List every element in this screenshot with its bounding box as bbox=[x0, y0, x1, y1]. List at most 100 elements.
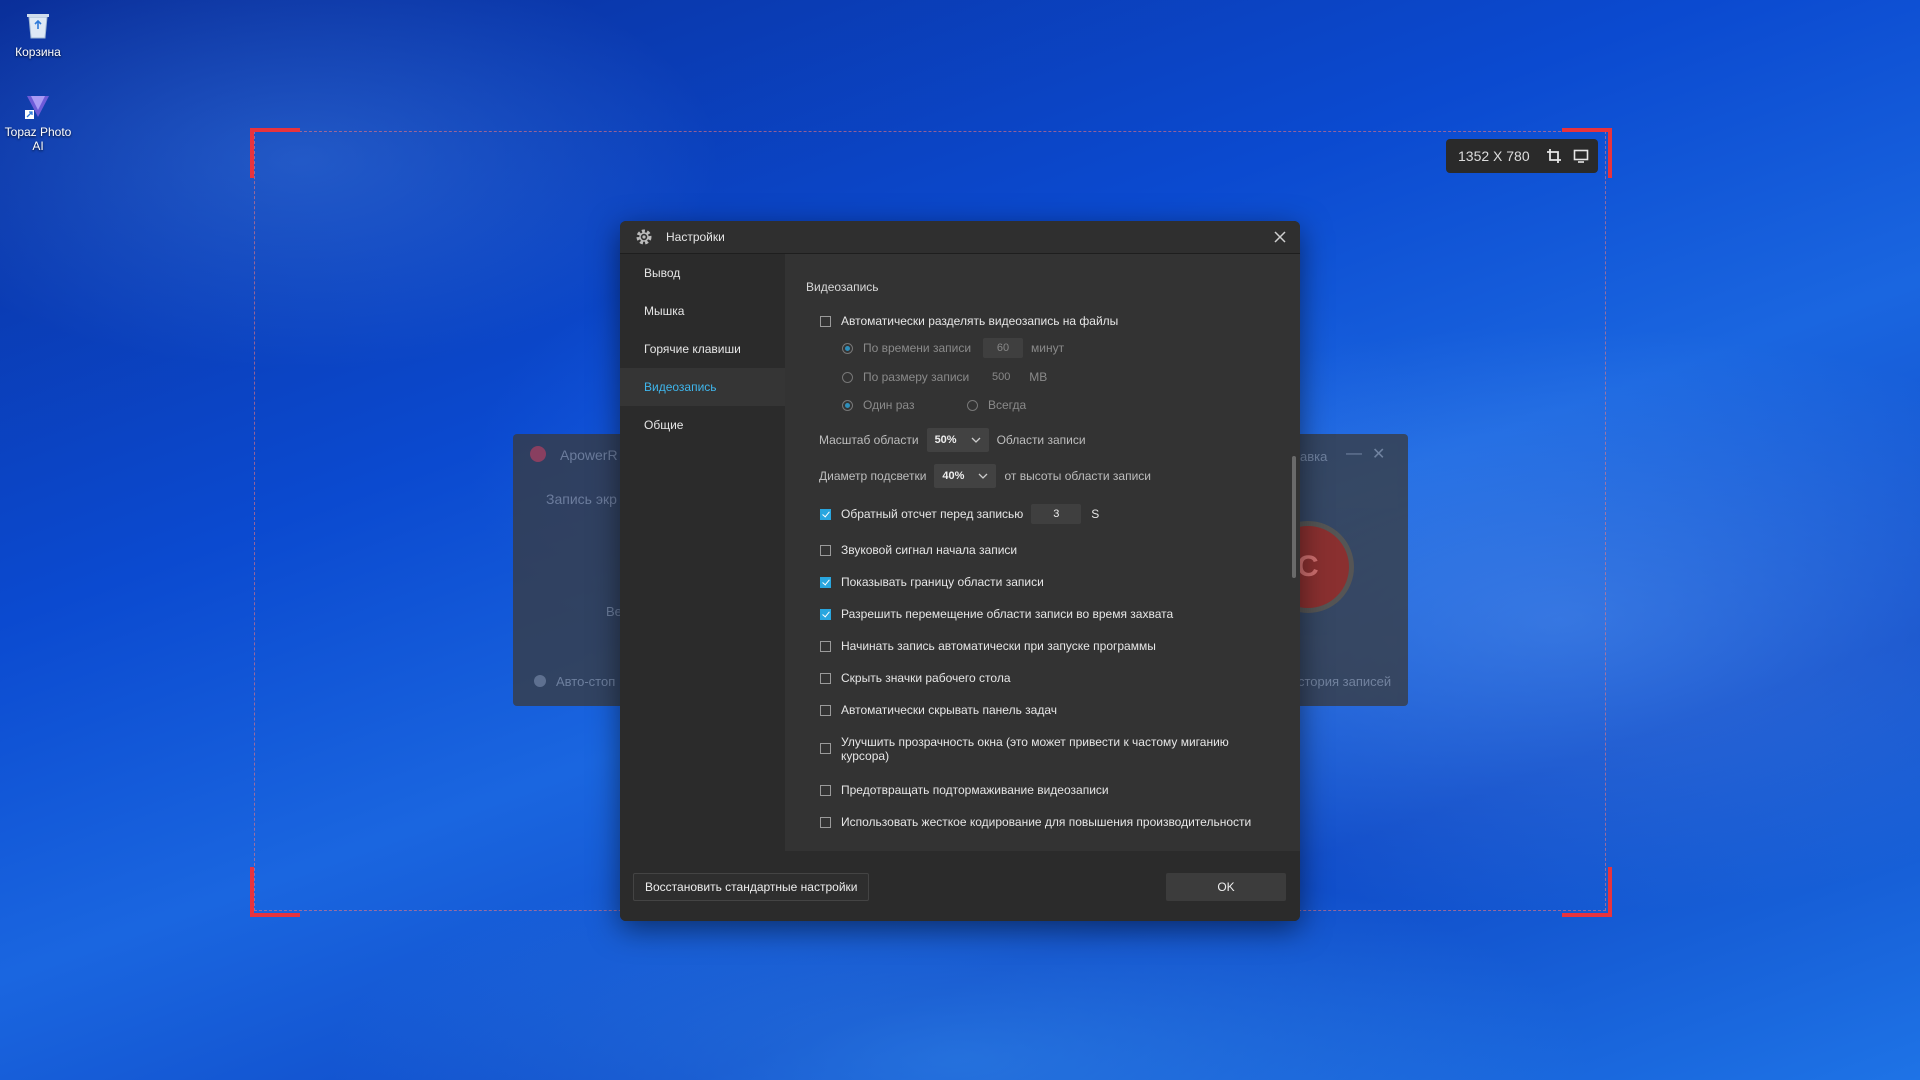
once-label: Один раз bbox=[863, 398, 915, 412]
highlight-diameter-label: Диаметр подсветки bbox=[819, 469, 927, 483]
section-title: Видеозапись bbox=[806, 280, 879, 294]
option-checkbox[interactable] bbox=[820, 816, 831, 828]
once-radio[interactable] bbox=[842, 399, 853, 411]
highlight-diameter-select[interactable]: 40% bbox=[934, 464, 997, 488]
capture-size-text: 1352 X 780 bbox=[1458, 148, 1530, 164]
option-label: Начинать запись автоматически при запуск… bbox=[841, 639, 1156, 653]
option-label: Показывать границу области записи bbox=[841, 575, 1044, 589]
countdown-input[interactable]: 3 bbox=[1031, 504, 1082, 524]
countdown-row[interactable]: Обратный отсчет перед записью 3 S bbox=[820, 504, 1099, 524]
always-row[interactable]: Всегда bbox=[967, 398, 1026, 412]
highlight-diameter-suffix: от высоты области записи bbox=[1004, 469, 1151, 483]
option-label: Автоматически скрывать панель задач bbox=[841, 703, 1058, 717]
option-checkbox[interactable] bbox=[820, 544, 831, 556]
option-checkbox[interactable] bbox=[820, 608, 831, 620]
option-label: Использовать жесткое кодирование для пов… bbox=[841, 815, 1252, 829]
by-time-input[interactable]: 60 bbox=[983, 338, 1024, 358]
fullscreen-monitor-icon[interactable] bbox=[1571, 145, 1592, 167]
option-checkbox[interactable] bbox=[820, 640, 831, 652]
option-row[interactable]: Разрешить перемещение области записи во … bbox=[820, 607, 1173, 621]
option-checkbox[interactable] bbox=[820, 672, 831, 684]
option-row[interactable]: Показывать границу области записи bbox=[820, 575, 1044, 589]
sidebar-item-output[interactable]: Вывод bbox=[620, 254, 785, 292]
option-row[interactable]: Использовать жесткое кодирование для пов… bbox=[820, 815, 1251, 829]
always-radio[interactable] bbox=[967, 399, 978, 411]
auto-stop-label: Авто-стоп bbox=[556, 674, 616, 689]
capture-size-toolbar: 1352 X 780 bbox=[1446, 139, 1598, 173]
chevron-down-icon bbox=[971, 437, 981, 443]
auto-split-checkbox[interactable] bbox=[820, 315, 831, 327]
background-app-title: ApowerR bbox=[560, 447, 618, 463]
highlight-diameter-value: 40% bbox=[942, 470, 965, 482]
background-app-right-title: авка bbox=[1300, 449, 1328, 464]
sidebar-item-hotkeys[interactable]: Горячие клавиши bbox=[620, 330, 785, 368]
auto-split-label: Автоматически разделять видеозапись на ф… bbox=[841, 314, 1119, 328]
option-row[interactable]: Начинать запись автоматически при запуск… bbox=[820, 639, 1156, 653]
option-checkbox[interactable] bbox=[820, 576, 831, 588]
countdown-checkbox[interactable] bbox=[820, 508, 831, 520]
dialog-titlebar: Настройки bbox=[620, 221, 1300, 254]
by-size-input[interactable]: 500 bbox=[981, 367, 1021, 387]
capture-corner-bottom-right[interactable] bbox=[1562, 867, 1612, 917]
by-size-unit: MB bbox=[1029, 370, 1048, 384]
always-label: Всегда bbox=[988, 398, 1027, 412]
desktop-icon-label: Topaz Photo AI bbox=[4, 125, 72, 153]
option-label: Улучшить прозрачность окна (это может пр… bbox=[841, 735, 1229, 763]
close-icon[interactable] bbox=[1270, 227, 1290, 247]
by-time-label: По времени записи bbox=[863, 341, 972, 355]
app-logo-icon bbox=[530, 446, 546, 462]
ok-button[interactable]: OK bbox=[1166, 873, 1286, 901]
capture-corner-top-left[interactable] bbox=[250, 128, 300, 178]
area-scale-label: Масштаб области bbox=[819, 433, 919, 447]
by-size-row[interactable]: По размеру записи 500 MB bbox=[842, 367, 1047, 387]
gear-icon bbox=[634, 227, 654, 247]
desktop-icon-label: Корзина bbox=[15, 45, 61, 59]
capture-corner-bottom-left[interactable] bbox=[250, 867, 300, 917]
option-row[interactable]: Улучшить прозрачность окна (это может пр… bbox=[820, 735, 1240, 763]
sidebar-item-video[interactable]: Видеозапись bbox=[620, 368, 785, 406]
content-scrollbar[interactable] bbox=[1292, 456, 1296, 578]
option-row[interactable]: Звуковой сигнал начала записи bbox=[820, 543, 1017, 557]
option-row[interactable]: Скрыть значки рабочего стола bbox=[820, 671, 1011, 685]
settings-content: Видеозапись Автоматически разделять виде… bbox=[785, 254, 1300, 851]
option-label: Скрыть значки рабочего стола bbox=[841, 671, 1011, 685]
sidebar-item-mouse[interactable]: Мышка bbox=[620, 292, 785, 330]
area-scale-suffix: Области записи bbox=[996, 433, 1086, 447]
option-label: Разрешить перемещение области записи во … bbox=[841, 607, 1174, 621]
option-checkbox[interactable] bbox=[820, 704, 831, 716]
by-time-unit: минут bbox=[1031, 341, 1065, 355]
crop-icon[interactable] bbox=[1544, 145, 1565, 167]
desktop-icon-recycle-bin[interactable]: Корзина bbox=[0, 8, 78, 59]
auto-split-row[interactable]: Автоматически разделять видеозапись на ф… bbox=[820, 314, 1118, 328]
area-scale-row: Масштаб области 50% Области записи bbox=[819, 428, 1086, 452]
by-size-label: По размеру записи bbox=[863, 370, 970, 384]
option-label: Звуковой сигнал начала записи bbox=[841, 543, 1018, 557]
once-row[interactable]: Один раз bbox=[842, 398, 914, 412]
recycle-bin-icon bbox=[21, 8, 55, 42]
sidebar-item-general[interactable]: Общие bbox=[620, 406, 785, 444]
dialog-footer: Восстановить стандартные настройки OK bbox=[620, 851, 1300, 921]
option-row[interactable]: Предотвращать подтормаживание видеозапис… bbox=[820, 783, 1109, 797]
countdown-label: Обратный отсчет перед записью bbox=[841, 507, 1024, 521]
record-button-label: C bbox=[1297, 550, 1319, 583]
minimize-icon: — bbox=[1346, 445, 1362, 462]
area-scale-value: 50% bbox=[934, 434, 957, 446]
option-row[interactable]: Автоматически скрывать панель задач bbox=[820, 703, 1057, 717]
by-time-radio[interactable] bbox=[842, 342, 853, 354]
close-icon: ✕ bbox=[1372, 446, 1386, 463]
option-checkbox[interactable] bbox=[820, 743, 831, 754]
topaz-photo-ai-icon bbox=[21, 88, 55, 122]
auto-stop-icon bbox=[534, 675, 546, 687]
by-size-radio[interactable] bbox=[842, 371, 853, 383]
by-time-row[interactable]: По времени записи 60 минут bbox=[842, 338, 1064, 358]
restore-defaults-button[interactable]: Восстановить стандартные настройки bbox=[633, 873, 870, 901]
settings-dialog: Настройки Вывод Мышка Горячие клавиши Ви… bbox=[620, 221, 1300, 921]
desktop-icon-topaz[interactable]: Topaz Photo AI bbox=[0, 88, 78, 153]
background-app-subtitle: Запись экр bbox=[546, 491, 617, 507]
history-label: стория записей bbox=[1298, 674, 1392, 689]
settings-sidebar: Вывод Мышка Горячие клавиши Видеозапись … bbox=[620, 254, 785, 851]
area-scale-select[interactable]: 50% bbox=[926, 428, 989, 452]
option-checkbox[interactable] bbox=[820, 784, 831, 796]
highlight-diameter-row: Диаметр подсветки 40% от высоты области … bbox=[819, 464, 1151, 488]
chevron-down-icon bbox=[978, 473, 988, 479]
